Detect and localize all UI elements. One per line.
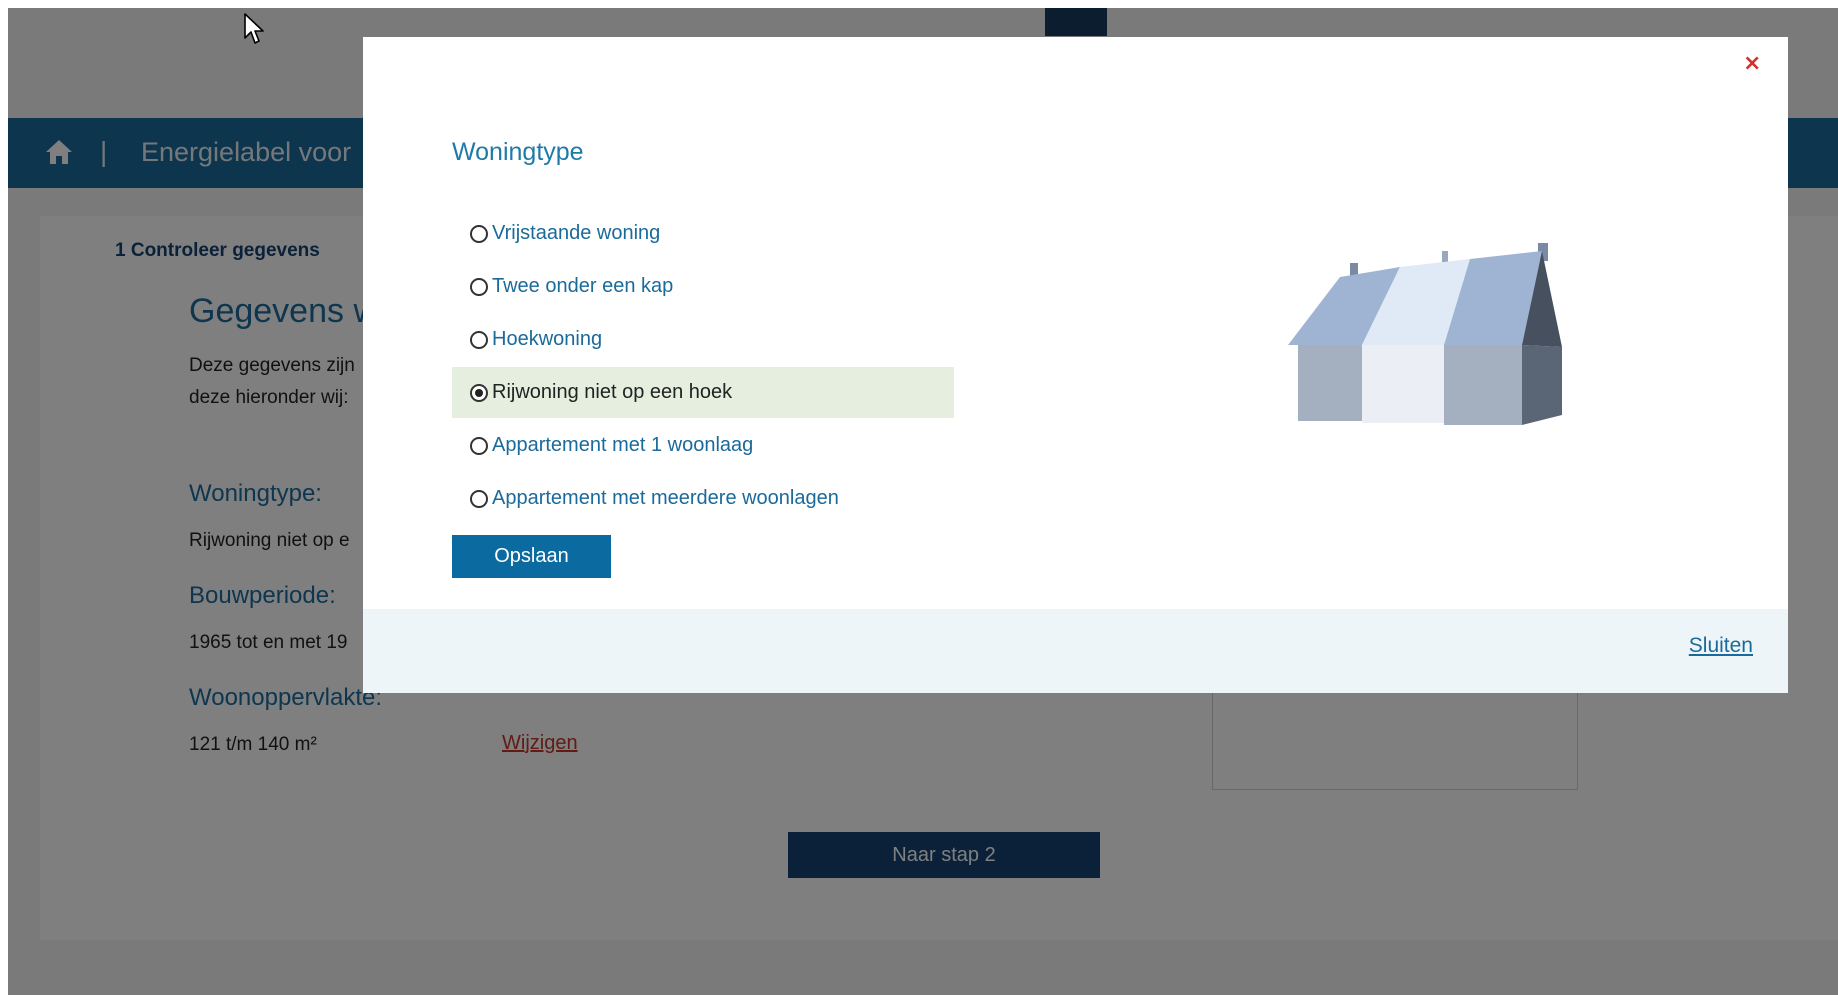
option-appartement-meerdere-woonlagen[interactable]: Appartement met meerdere woonlagen bbox=[452, 473, 954, 524]
radio-button-selected[interactable] bbox=[470, 383, 488, 402]
modal-footer: Sluiten bbox=[363, 609, 1788, 693]
close-icon[interactable]: × bbox=[1743, 53, 1761, 75]
radio-button[interactable] bbox=[470, 330, 488, 349]
option-rijwoning-niet-op-een-hoek[interactable]: Rijwoning niet op een hoek bbox=[452, 367, 954, 418]
modal-title: Woningtype bbox=[452, 138, 584, 166]
option-label: Hoekwoning bbox=[492, 328, 603, 350]
option-label: Rijwoning niet op een hoek bbox=[492, 381, 733, 403]
row-house-illustration bbox=[1288, 243, 1562, 425]
option-label: Twee onder een kap bbox=[492, 275, 674, 297]
save-button[interactable]: Opslaan bbox=[452, 535, 611, 578]
radio-button[interactable] bbox=[470, 489, 488, 508]
option-label: Vrijstaande woning bbox=[492, 222, 661, 244]
option-vrijstaande-woning[interactable]: Vrijstaande woning bbox=[452, 208, 954, 259]
radio-button[interactable] bbox=[470, 224, 488, 243]
option-appartement-1-woonlaag[interactable]: Appartement met 1 woonlaag bbox=[452, 420, 954, 471]
radio-button[interactable] bbox=[470, 436, 488, 455]
option-twee-onder-een-kap[interactable]: Twee onder een kap bbox=[452, 261, 954, 312]
option-label: Appartement met 1 woonlaag bbox=[492, 434, 754, 456]
sluiten-link[interactable]: Sluiten bbox=[1689, 634, 1753, 658]
option-label: Appartement met meerdere woonlagen bbox=[492, 487, 839, 509]
option-hoekwoning[interactable]: Hoekwoning bbox=[452, 314, 954, 365]
woningtype-modal: × Woningtype Vrijstaande woning Twee ond… bbox=[363, 37, 1788, 693]
radio-button[interactable] bbox=[470, 277, 488, 296]
cursor-arrow-icon bbox=[244, 13, 264, 44]
